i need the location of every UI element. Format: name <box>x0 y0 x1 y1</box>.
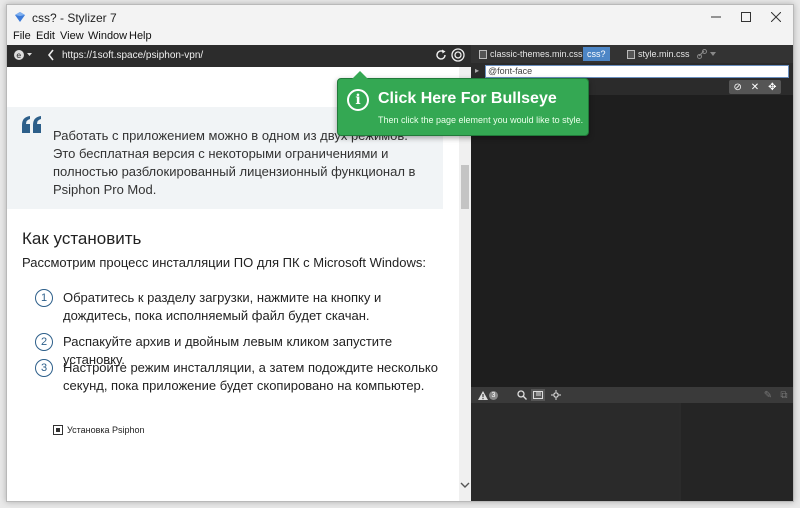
bottom-toolbar: 3 ✎ ⧉ <box>471 387 793 403</box>
step-number: 1 <box>35 289 53 307</box>
tab-label: style.min.css <box>638 49 690 59</box>
settings-icon[interactable] <box>549 389 563 401</box>
css-tab-bar: classic-themes.min.css css? style.min.cs… <box>471 45 793 63</box>
search-icon[interactable] <box>515 389 529 401</box>
link-dropdown[interactable] <box>693 47 720 61</box>
delete-icon[interactable]: ✕ <box>751 82 759 93</box>
close-button[interactable] <box>761 5 791 29</box>
css-file-icon <box>479 49 487 59</box>
popout-icon[interactable]: ⧉ <box>777 389 791 401</box>
warning-count-badge: 3 <box>489 390 498 400</box>
bullseye-tooltip[interactable]: i Click Here For Bullseye Then click the… <box>337 71 589 136</box>
tooltip-subtitle: Then click the page element you would li… <box>378 115 584 125</box>
stylizer-logo-icon <box>15 12 25 22</box>
menu-view[interactable]: View <box>60 30 84 42</box>
refresh-icon[interactable] <box>435 49 447 64</box>
scroll-down-icon[interactable] <box>460 481 470 492</box>
browser-menu-icon[interactable]: e <box>13 48 33 65</box>
warnings-button[interactable]: 3 <box>475 389 501 401</box>
preview-pane[interactable] <box>681 403 793 501</box>
intro-text: Рассмотрим процесс инсталляции ПО для ПК… <box>22 255 426 270</box>
minimize-button[interactable] <box>701 5 731 29</box>
link-icon <box>697 49 707 59</box>
title-bar: css? - Stylizer 7 <box>7 5 793 29</box>
url-bar: e https://1soft.space/psiphon-vpn/ <box>7 45 471 67</box>
menu-window[interactable]: Window <box>88 30 127 42</box>
image-placeholder[interactable]: Установка Psiphon <box>53 425 145 435</box>
menu-file[interactable]: File <box>13 30 31 42</box>
close-icon <box>771 12 781 22</box>
rule-actions: ⊘ ✕ ✥ <box>729 80 781 94</box>
pin-icon[interactable]: ✎ <box>761 389 775 401</box>
tooltip-title: Click Here For Bullseye <box>378 90 557 107</box>
image-caption: Установка Psiphon <box>67 425 145 435</box>
scrollbar-thumb[interactable] <box>461 165 469 209</box>
url-display[interactable]: https://1soft.space/psiphon-vpn/ <box>62 50 203 61</box>
tab-style-min[interactable]: style.min.css <box>623 47 694 61</box>
maximize-button[interactable] <box>731 5 761 29</box>
step-text: Обратитесь к разделу загрузки, нажмите н… <box>63 290 382 323</box>
broken-image-icon <box>53 425 63 435</box>
tab-label: classic-themes.min.css <box>490 49 583 59</box>
chevron-down-icon <box>710 52 716 56</box>
info-icon: i <box>347 89 369 111</box>
maximize-icon <box>741 12 751 22</box>
tab-label: css? <box>587 49 606 59</box>
menu-help[interactable]: Help <box>129 30 152 42</box>
warning-icon <box>478 390 488 400</box>
quote-icon <box>22 116 41 133</box>
menu-bar: File Edit View Window Help <box>7 29 793 45</box>
selector-input[interactable]: @font-face <box>485 65 789 78</box>
tab-classic-themes[interactable]: classic-themes.min.css <box>475 47 587 61</box>
css-file-icon <box>627 49 635 59</box>
section-heading: Как установить <box>22 229 142 248</box>
step-number: 3 <box>35 359 53 377</box>
step-number: 2 <box>35 333 53 351</box>
bullseye-target-icon[interactable] <box>451 48 465 65</box>
tab-css[interactable]: css? <box>583 47 610 61</box>
quote-text: Работать с приложением можно в одном из … <box>53 128 416 197</box>
back-icon[interactable] <box>47 49 55 64</box>
properties-pane[interactable] <box>471 403 679 501</box>
expand-arrow-icon[interactable]: ▸ <box>475 66 479 75</box>
disable-icon[interactable]: ⊘ <box>733 82 741 93</box>
svg-text:e: e <box>16 51 21 60</box>
menu-edit[interactable]: Edit <box>36 30 55 42</box>
css-editor[interactable] <box>471 95 793 387</box>
step-text: Настройте режим инсталляции, а затем под… <box>63 360 438 393</box>
selector-row: ▸ @font-face <box>471 63 793 79</box>
window-title: css? - Stylizer 7 <box>32 11 117 25</box>
move-icon[interactable]: ✥ <box>768 82 776 93</box>
layout-icon[interactable] <box>531 389 545 401</box>
minimize-icon <box>711 16 721 18</box>
app-window: css? - Stylizer 7 File Edit View Window … <box>6 4 794 502</box>
